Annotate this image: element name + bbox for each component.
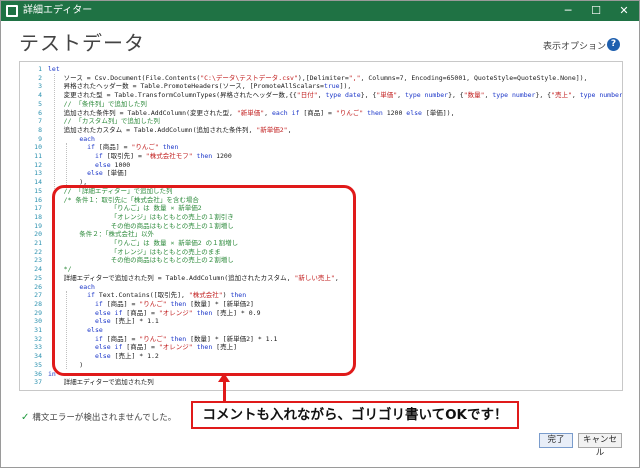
maximize-button[interactable]: ☐ [581, 1, 611, 21]
display-options-dropdown[interactable]: 表示オプション ▾ [543, 39, 613, 52]
excel-app-icon [6, 5, 18, 17]
check-icon: ✓ [21, 412, 30, 423]
help-icon[interactable]: ? [607, 38, 620, 51]
status-text: 構文エラーが検出されませんでした。 [32, 413, 177, 423]
highlight-frame [52, 185, 356, 376]
line-number-gutter: 1 2 3 4 5 6 7 8 9 10 11 12 13 14 15 16 17 18 19 20 21 22 23 24 2… [20, 62, 46, 390]
callout-arrow-line [223, 379, 226, 401]
callout-box: コメントも入れながら、ゴリゴリ書いてOKです！ [191, 401, 519, 429]
indent-guide [66, 143, 67, 187]
cancel-button[interactable]: キャンセル [578, 433, 622, 458]
advanced-editor-window: 詳細エディター ─ ☐ ✕ テストデータ 表示オプション ▾ ? 1234567… [0, 0, 640, 468]
title-bar[interactable]: 詳細エディター ─ ☐ ✕ [1, 1, 639, 21]
line-number: 37 [34, 378, 42, 387]
query-title: テストデータ [19, 31, 145, 55]
close-button[interactable]: ✕ [609, 1, 639, 21]
callout-arrow-head [218, 373, 230, 382]
minimize-button[interactable]: ─ [553, 1, 583, 21]
syntax-status: ✓ 構文エラーが検出されませんでした。 [21, 411, 176, 423]
code-line[interactable]: 詳細エディターで追加された列 [48, 378, 154, 387]
window-title: 詳細エディター [23, 5, 93, 16]
done-button[interactable]: 完了 [539, 433, 573, 448]
